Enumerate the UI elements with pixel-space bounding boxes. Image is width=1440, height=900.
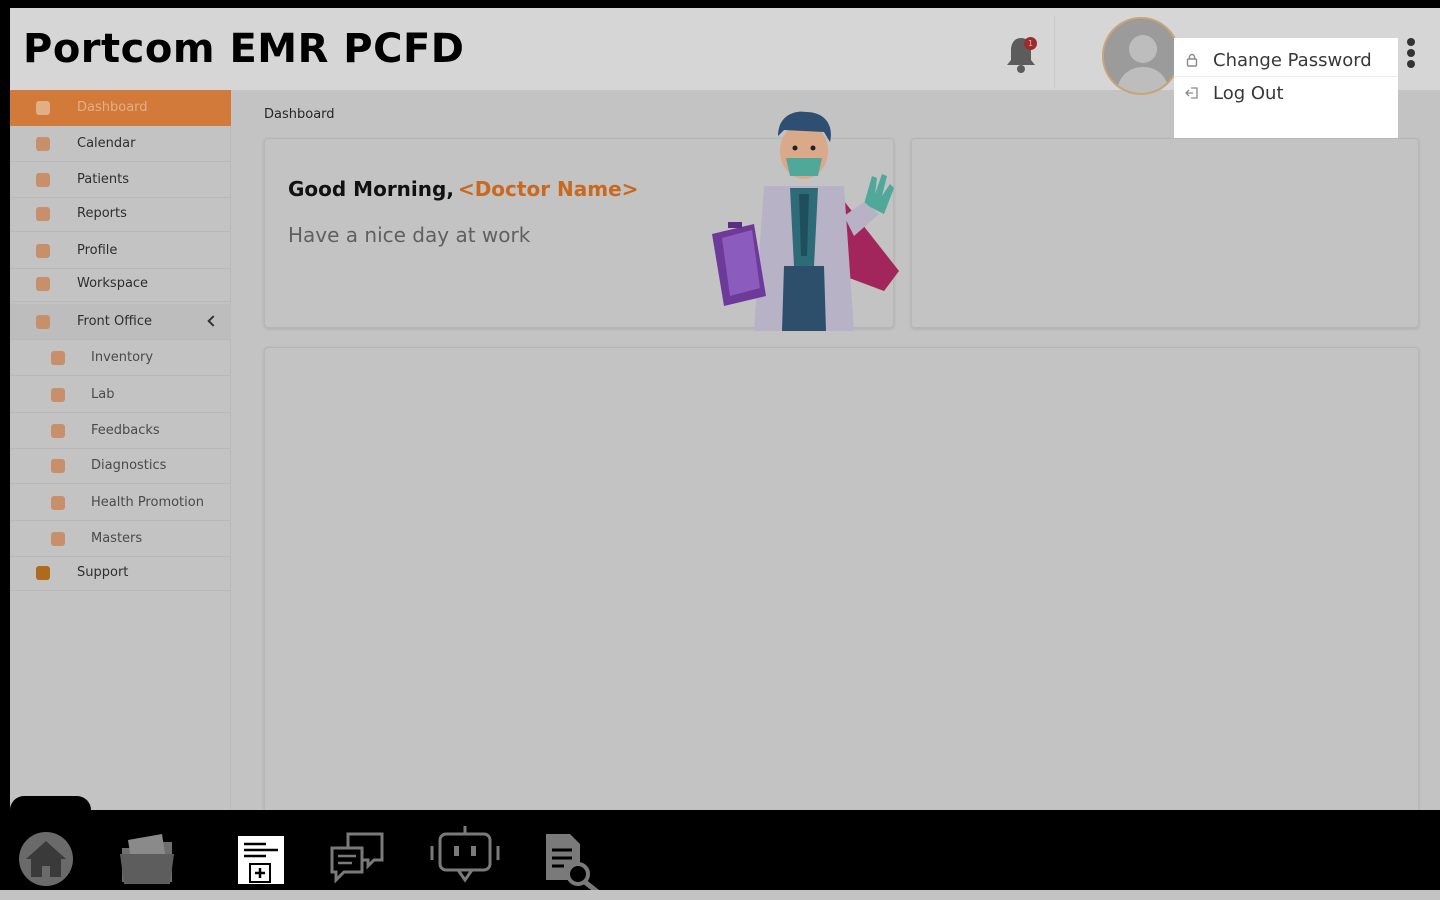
document-search-icon[interactable] xyxy=(544,832,608,898)
header-divider xyxy=(1054,16,1055,88)
menu-item-label: Change Password xyxy=(1213,49,1372,71)
bottom-strip xyxy=(0,890,1440,900)
sidebar-item-label: Inventory xyxy=(91,350,154,365)
greeting-label: Good Morning, xyxy=(288,177,454,201)
sidebar-item-patients[interactable]: Patients xyxy=(10,162,231,198)
sidebar: Dashboard Calendar Patients Reports Prof… xyxy=(10,90,231,890)
robot-icon[interactable] xyxy=(428,824,502,886)
inventory-icon xyxy=(51,351,65,365)
sidebar-item-feedbacks[interactable]: Feedbacks xyxy=(10,413,231,449)
chevron-left-icon[interactable] xyxy=(207,315,219,327)
home-icon[interactable] xyxy=(17,830,75,888)
app-title: Portcom EMR PCFD xyxy=(23,26,465,72)
sidebar-item-label: Workspace xyxy=(77,276,149,291)
home-icon xyxy=(36,101,50,115)
main-panel xyxy=(264,347,1419,827)
app-window: Portcom EMR PCFD 1 Change Password Log O… xyxy=(10,8,1440,890)
workspace-icon xyxy=(36,277,50,291)
subgreeting-text: Have a nice day at work xyxy=(288,223,531,247)
sidebar-item-workspace[interactable]: Workspace xyxy=(10,266,231,302)
sidebar-item-label: Masters xyxy=(91,531,143,546)
sidebar-item-label: Profile xyxy=(77,243,118,258)
health-promotion-icon xyxy=(51,496,65,510)
chat-icon[interactable] xyxy=(328,830,386,886)
reports-icon xyxy=(36,207,50,221)
sidebar-item-inventory[interactable]: Inventory xyxy=(10,340,231,376)
sidebar-item-front-office[interactable]: Front Office xyxy=(10,304,231,340)
logout-icon xyxy=(1185,87,1198,99)
calendar-icon xyxy=(36,137,50,151)
sidebar-item-label: Dashboard xyxy=(77,100,148,115)
masters-icon xyxy=(51,532,65,546)
sidebar-item-support[interactable]: Support xyxy=(10,555,231,591)
sidebar-item-label: Front Office xyxy=(77,314,152,329)
summary-card xyxy=(911,138,1419,328)
medical-record-icon[interactable] xyxy=(236,834,286,886)
menu-item-label: Log Out xyxy=(1213,82,1284,104)
lab-icon xyxy=(51,388,65,402)
breadcrumb: Dashboard xyxy=(264,107,335,122)
sidebar-item-reports[interactable]: Reports xyxy=(10,196,231,232)
diagnostics-icon xyxy=(51,459,65,473)
sidebar-item-health-promotion[interactable]: Health Promotion xyxy=(10,485,231,521)
user-dropdown-menu: Change Password Log Out xyxy=(1174,38,1398,138)
taskbar xyxy=(0,810,1440,896)
sidebar-item-profile[interactable]: Profile xyxy=(10,233,231,269)
sidebar-item-label: Reports xyxy=(77,206,127,221)
sidebar-item-label: Calendar xyxy=(77,136,136,151)
menu-item-change-password[interactable]: Change Password xyxy=(1174,44,1398,76)
sidebar-item-dashboard[interactable]: Dashboard xyxy=(10,90,231,126)
patients-icon xyxy=(36,173,50,187)
sidebar-item-label: Diagnostics xyxy=(91,458,167,473)
feedbacks-icon xyxy=(51,424,65,438)
sidebar-item-label: Support xyxy=(77,565,129,580)
menu-item-log-out[interactable]: Log Out xyxy=(1174,77,1398,109)
notification-badge: 1 xyxy=(1024,37,1037,50)
greeting-text: Good Morning, <Doctor Name> xyxy=(288,177,638,201)
sidebar-item-label: Feedbacks xyxy=(91,423,160,438)
front-office-icon xyxy=(36,315,50,329)
home-tab xyxy=(10,796,91,896)
support-icon xyxy=(36,566,50,580)
lock-icon xyxy=(1186,53,1198,67)
sidebar-item-label: Lab xyxy=(91,387,115,402)
doctor-name: <Doctor Name> xyxy=(457,177,639,201)
more-options-icon[interactable] xyxy=(1404,38,1418,74)
profile-icon xyxy=(36,244,50,258)
sidebar-item-label: Health Promotion xyxy=(91,495,204,510)
sidebar-item-lab[interactable]: Lab xyxy=(10,377,231,413)
sidebar-item-label: Patients xyxy=(77,172,130,187)
doctor-illustration xyxy=(712,111,899,331)
sidebar-item-calendar[interactable]: Calendar xyxy=(10,126,231,162)
sidebar-item-masters[interactable]: Masters xyxy=(10,521,231,557)
sidebar-item-diagnostics[interactable]: Diagnostics xyxy=(10,448,231,484)
user-silhouette-icon xyxy=(1116,35,1170,93)
folder-icon[interactable] xyxy=(118,830,176,886)
avatar[interactable] xyxy=(1102,17,1180,95)
